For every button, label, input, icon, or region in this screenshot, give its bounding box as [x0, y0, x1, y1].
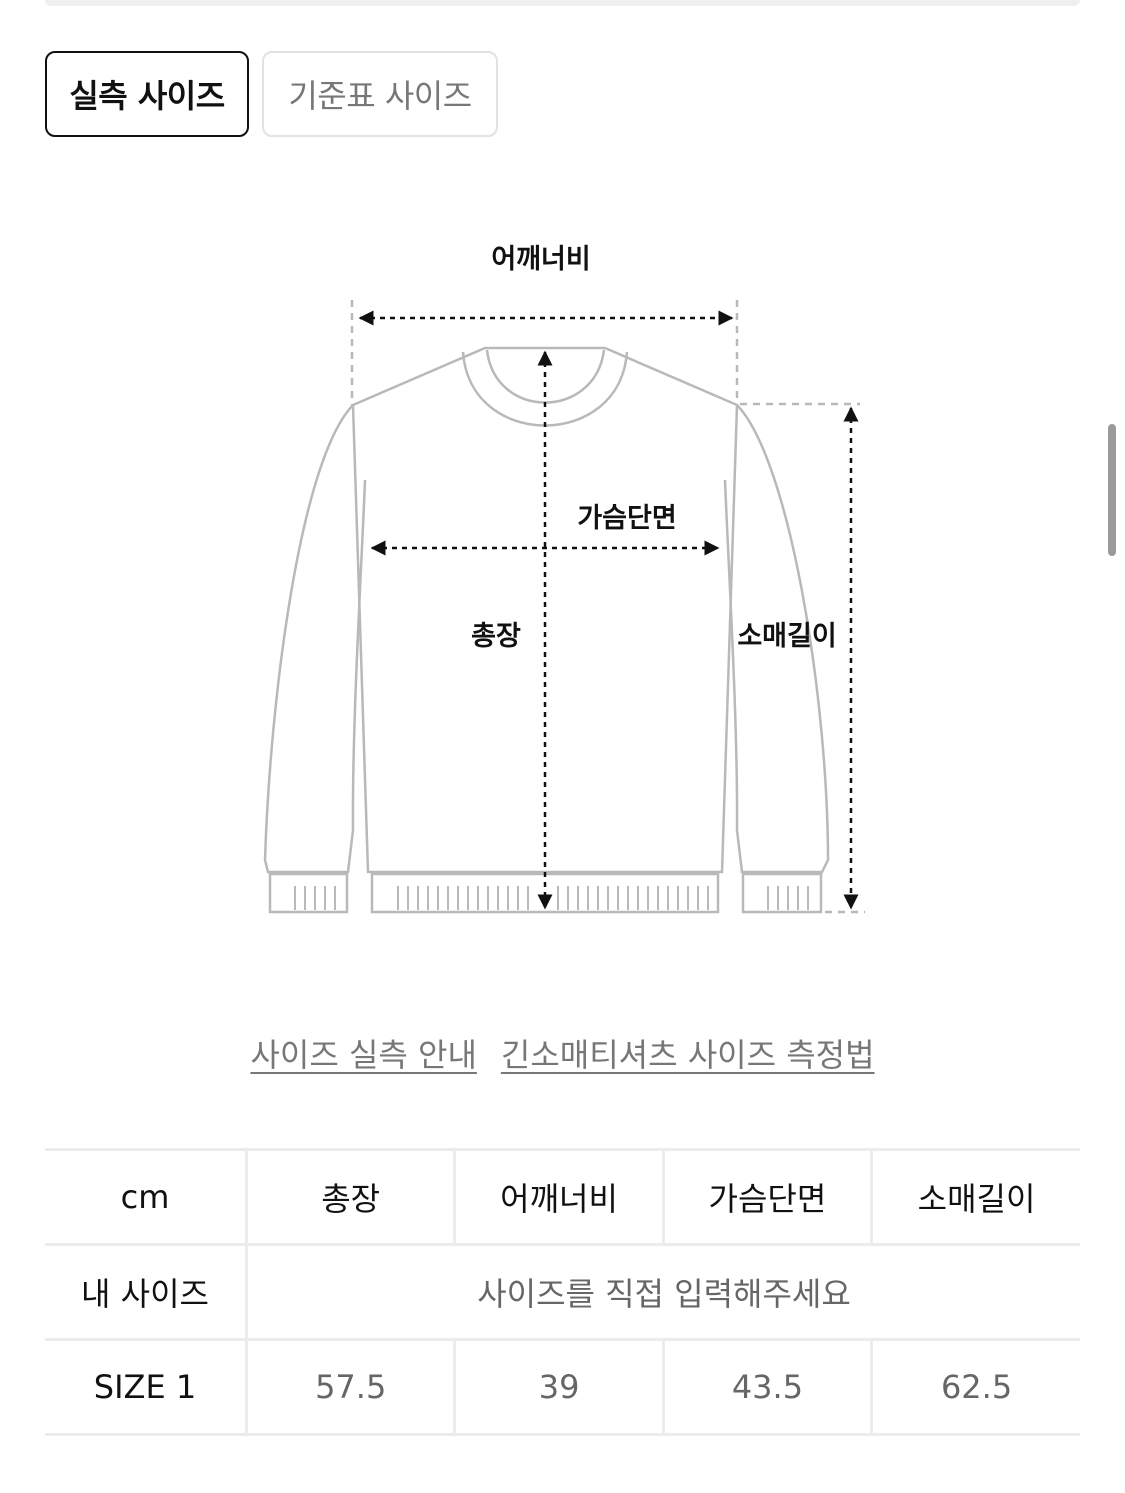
value-chest: 43.5	[663, 1339, 874, 1436]
chest-label: 가슴단면	[577, 503, 676, 534]
measurement-diagram: 어깨너비 가슴단면 총장 소매길이	[263, 244, 865, 914]
size-guide-link[interactable]: 사이즈 실측 안내	[250, 1030, 476, 1076]
my-size-row: 내 사이즈 사이즈를 직접 입력해주세요	[45, 1244, 1080, 1341]
scrollbar[interactable]	[1108, 424, 1116, 556]
col-sleeve: 소매길이	[871, 1148, 1080, 1246]
table-row: SIZE 1 57.5 39 43.5 62.5	[45, 1339, 1080, 1436]
col-length: 총장	[246, 1148, 457, 1246]
length-label: 총장	[471, 621, 521, 652]
measure-method-link[interactable]: 긴소매티셔츠 사이즈 측정법	[501, 1030, 875, 1076]
size-table: cm 총장 어깨너비 가슴단면 소매길이 내 사이즈 사이즈를 직접 입력해주세…	[45, 1148, 1080, 1436]
size-label: SIZE 1	[45, 1339, 248, 1436]
value-sleeve: 62.5	[871, 1339, 1080, 1436]
unit-cell: cm	[45, 1148, 248, 1246]
value-shoulder: 39	[454, 1339, 665, 1436]
shoulder-label: 어깨너비	[491, 244, 590, 275]
table-header-row: cm 총장 어깨너비 가슴단면 소매길이	[45, 1148, 1080, 1246]
my-size-label: 내 사이즈	[45, 1244, 248, 1341]
value-length: 57.5	[246, 1339, 457, 1436]
col-shoulder: 어깨너비	[454, 1148, 665, 1246]
sleeve-label: 소매길이	[737, 621, 836, 652]
guide-links: 사이즈 실측 안내 긴소매티셔츠 사이즈 측정법	[0, 1030, 1125, 1076]
my-size-input-prompt[interactable]: 사이즈를 직접 입력해주세요	[246, 1244, 1080, 1341]
col-chest: 가슴단면	[663, 1148, 874, 1246]
